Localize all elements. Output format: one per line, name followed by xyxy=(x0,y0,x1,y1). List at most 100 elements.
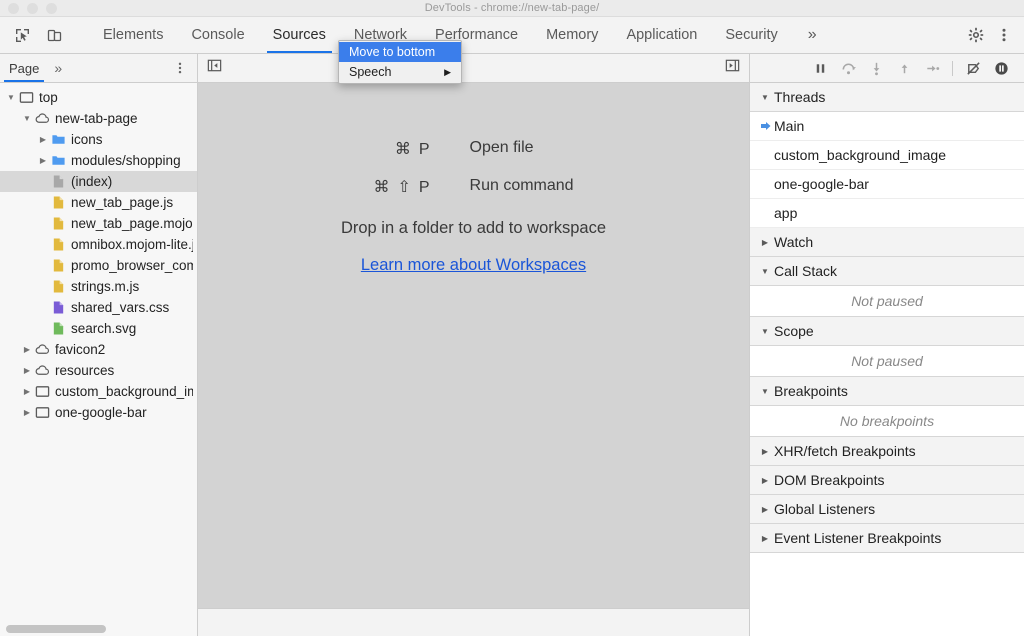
debugger-section-header[interactable]: ▶ Watch xyxy=(750,228,1024,257)
tab-elements[interactable]: Elements xyxy=(89,17,177,53)
tree-item-label: promo_browser_command xyxy=(71,258,193,273)
debugger-section-empty-message: No breakpoints xyxy=(750,406,1024,437)
chevron-down-icon: ▼ xyxy=(761,326,769,336)
debugger-section-header[interactable]: ▶ DOM Breakpoints xyxy=(750,466,1024,495)
thread-item[interactable]: app xyxy=(750,199,1024,228)
current-thread-marker-icon xyxy=(758,120,774,132)
navigator-tab-page[interactable]: Page xyxy=(0,54,48,82)
chevron-down-icon[interactable]: ▼ xyxy=(4,93,18,102)
debugger-toolbar-divider xyxy=(952,60,953,76)
tree-item[interactable]: (index) xyxy=(0,171,197,192)
navigator-panel: Page » ▼ top ▼ new-tab-page ▶ icons ▶ modules/s… xyxy=(0,54,198,636)
chevron-right-icon[interactable]: ▶ xyxy=(20,345,34,354)
tree-item[interactable]: omnibox.mojom-lite.js xyxy=(0,234,197,255)
thread-item[interactable]: one-google-bar xyxy=(750,170,1024,199)
debugger-section-header[interactable]: ▶ Global Listeners xyxy=(750,495,1024,524)
tab-sources[interactable]: Sources xyxy=(259,17,340,53)
tree-item-label: one-google-bar xyxy=(55,405,147,420)
step-out-of-current-function-icon[interactable] xyxy=(891,57,917,79)
debugger-section-title: XHR/fetch Breakpoints xyxy=(774,443,916,459)
navigator-horizontal-scrollbar[interactable] xyxy=(0,620,197,636)
thread-item-label: one-google-bar xyxy=(774,176,869,192)
chevron-right-icon[interactable]: ▶ xyxy=(20,387,34,396)
frame-icon xyxy=(34,405,51,420)
more-tabs-button[interactable]: » xyxy=(792,17,833,53)
debugger-section-header[interactable]: ▶ Event Listener Breakpoints xyxy=(750,524,1024,553)
debugger-section-header[interactable]: ▼ Threads xyxy=(750,83,1024,112)
chevron-right-icon: ▶ xyxy=(761,475,769,485)
chevron-right-icon: ▶ xyxy=(761,446,769,456)
navigator-more-tabs-button[interactable]: » xyxy=(48,60,68,76)
window-title: DevTools - chrome://new-tab-page/ xyxy=(424,2,600,14)
tree-item[interactable]: ▼ new-tab-page xyxy=(0,108,197,129)
tree-item[interactable]: strings.m.js xyxy=(0,276,197,297)
show-navigator-icon[interactable] xyxy=(206,57,223,79)
chevron-down-icon: ▼ xyxy=(761,266,769,276)
thread-item-label: Main xyxy=(774,118,805,134)
tree-item-label: new_tab_page.js xyxy=(71,195,174,210)
debugger-sections[interactable]: ▼ Threads Main custom_background_image one-g… xyxy=(750,83,1024,636)
tab-memory[interactable]: Memory xyxy=(532,17,612,53)
step-into-next-function-call-icon[interactable] xyxy=(863,57,889,79)
tree-item-label: icons xyxy=(71,132,103,147)
chevron-right-icon[interactable]: ▶ xyxy=(36,156,50,165)
tree-item[interactable]: new_tab_page.js xyxy=(0,192,197,213)
debugger-section-header[interactable]: ▼ Breakpoints xyxy=(750,377,1024,406)
learn-more-workspaces-link[interactable]: Learn more about Workspaces xyxy=(361,256,586,275)
chevron-right-icon[interactable]: ▶ xyxy=(36,135,50,144)
gear-icon[interactable] xyxy=(962,21,990,49)
debugger-section-title: Threads xyxy=(774,89,826,105)
js-file-icon xyxy=(50,258,67,273)
debugger-section-header[interactable]: ▼ Scope xyxy=(750,317,1024,346)
tree-item[interactable]: new_tab_page.mojom xyxy=(0,213,197,234)
run-command-shortcut-keys: ⌘ ⇧ P xyxy=(373,177,429,197)
context-menu[interactable]: Move to bottom Speech ▶ xyxy=(338,40,462,84)
thread-item[interactable]: Main xyxy=(750,112,1024,141)
tab-console[interactable]: Console xyxy=(177,17,258,53)
pause-script-execution-icon[interactable] xyxy=(807,57,833,79)
chevron-right-icon[interactable]: ▶ xyxy=(20,366,34,375)
debugger-section-header[interactable]: ▼ Call Stack xyxy=(750,257,1024,286)
step-over-next-function-call-icon[interactable] xyxy=(835,57,861,79)
chevron-down-icon: ▼ xyxy=(761,92,769,102)
svg-file-icon xyxy=(50,321,67,336)
device-toolbar-icon[interactable] xyxy=(40,21,68,49)
tree-item[interactable]: ▶ resources xyxy=(0,360,197,381)
tab-security[interactable]: Security xyxy=(711,17,791,53)
debugger-section-header[interactable]: ▶ XHR/fetch Breakpoints xyxy=(750,437,1024,466)
chevron-right-icon: ▶ xyxy=(761,504,769,514)
tree-item[interactable]: ▶ custom_background_image xyxy=(0,381,197,402)
editor-status-bar xyxy=(198,608,749,636)
file-tree[interactable]: ▼ top ▼ new-tab-page ▶ icons ▶ modules/shopping… xyxy=(0,83,197,620)
scrollbar-thumb[interactable] xyxy=(6,625,106,633)
context-menu-item-move-to-bottom[interactable]: Move to bottom xyxy=(339,42,461,62)
navigator-menu-icon[interactable] xyxy=(163,61,197,75)
tree-item[interactable]: ▶ icons xyxy=(0,129,197,150)
devtools-body: Page » ▼ top ▼ new-tab-page ▶ icons ▶ modules/s… xyxy=(0,54,1024,636)
tree-item[interactable]: shared_vars.css xyxy=(0,297,197,318)
debugger-section-title: Call Stack xyxy=(774,263,838,279)
step-icon[interactable] xyxy=(919,57,945,79)
run-command-label: Run command xyxy=(469,177,574,194)
tree-item[interactable]: ▶ modules/shopping xyxy=(0,150,197,171)
debugger-section-title: Watch xyxy=(774,234,814,250)
tree-item[interactable]: ▼ top xyxy=(0,87,197,108)
tree-item[interactable]: promo_browser_command xyxy=(0,255,197,276)
inspect-cursor-icon[interactable] xyxy=(8,21,36,49)
tab-application[interactable]: Application xyxy=(612,17,711,53)
debugger-section-title: Scope xyxy=(774,323,814,339)
show-debugger-icon[interactable] xyxy=(724,57,741,79)
tree-item[interactable]: ▶ favicon2 xyxy=(0,339,197,360)
context-menu-item-speech[interactable]: Speech ▶ xyxy=(339,62,461,82)
tree-item[interactable]: search.svg xyxy=(0,318,197,339)
more-vertical-icon[interactable] xyxy=(990,21,1018,49)
js-file-icon xyxy=(50,195,67,210)
debugger-toolbar xyxy=(750,54,1024,83)
thread-item[interactable]: custom_background_image xyxy=(750,141,1024,170)
chevron-down-icon[interactable]: ▼ xyxy=(20,114,34,123)
deactivate-breakpoints-icon[interactable] xyxy=(960,57,986,79)
pause-on-exceptions-icon[interactable] xyxy=(988,57,1014,79)
tree-item[interactable]: ▶ one-google-bar xyxy=(0,402,197,423)
js-file-icon xyxy=(50,237,67,252)
chevron-right-icon[interactable]: ▶ xyxy=(20,408,34,417)
